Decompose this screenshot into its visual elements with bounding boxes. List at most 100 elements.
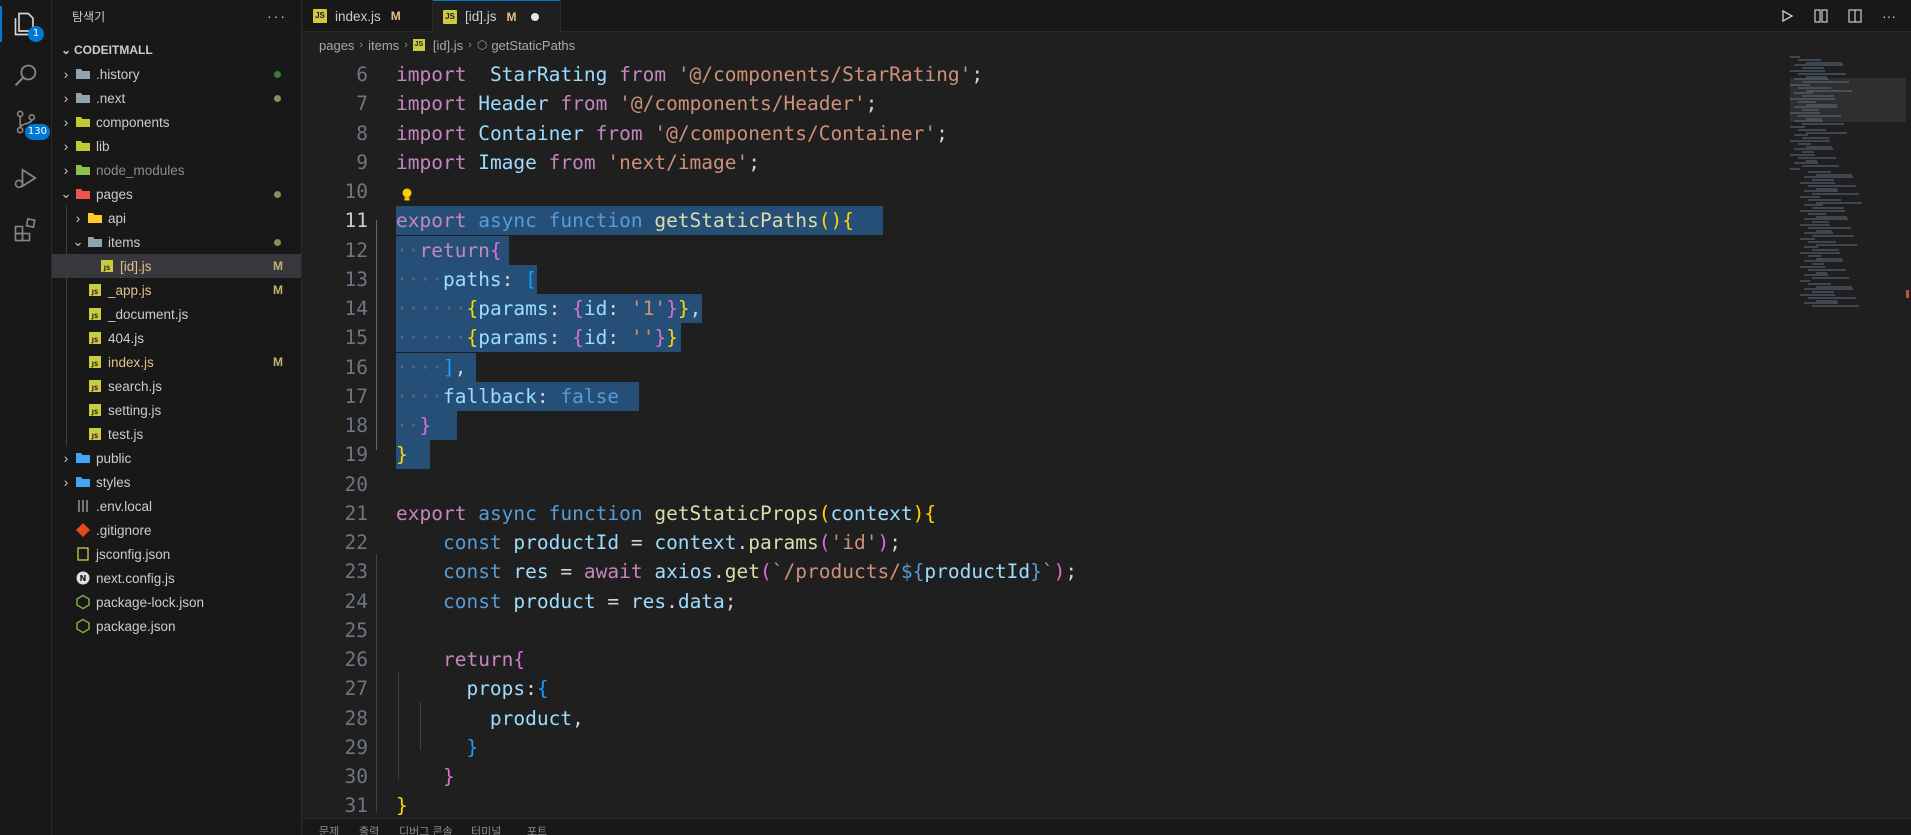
breadcrumb-item[interactable]: items	[368, 38, 399, 53]
folder-item[interactable]: › api	[52, 206, 301, 230]
code-line[interactable]: 19}	[303, 440, 1783, 470]
code-text: ····fallback: false	[396, 382, 619, 411]
panel-tab[interactable]: 디버그 콘솔	[399, 823, 453, 835]
folder-item[interactable]: › lib	[52, 134, 301, 158]
code-line[interactable]: 17 ····fallback: false	[303, 381, 1783, 411]
code-text: props:{	[396, 674, 548, 703]
run-debug-icon[interactable]	[8, 160, 44, 196]
minimap-line	[1790, 70, 1825, 72]
breadcrumb-item[interactable]: [id].js	[433, 38, 463, 53]
code-line[interactable]: 8 import Container from '@/components/Con…	[303, 119, 1783, 148]
chevron-right-icon: ›	[63, 66, 69, 82]
file-item[interactable]: JS index.js M	[52, 350, 301, 374]
code-line[interactable]: 13 ····paths: [	[303, 264, 1783, 294]
compare-changes-icon[interactable]	[1811, 6, 1831, 26]
file-item[interactable]: JS 404.js	[52, 326, 301, 350]
folder-item[interactable]: › styles	[52, 470, 301, 494]
code-line[interactable]: 18 ··}	[303, 411, 1783, 440]
code-line[interactable]: 24 const product = res.data;	[303, 587, 1783, 616]
code-line[interactable]: 11 export async function getStaticPaths()…	[303, 206, 1783, 236]
line-number: 31	[344, 794, 368, 818]
file-item[interactable]: JS _document.js	[52, 302, 301, 326]
source-control-icon[interactable]: 130	[8, 104, 50, 140]
code-line[interactable]: 21 export async function getStaticProps(c…	[303, 499, 1783, 528]
code-line[interactable]: 23 const res = await axios.get(`/product…	[303, 557, 1783, 586]
file-item[interactable]: JS setting.js	[52, 398, 301, 422]
folder-item[interactable]: › components	[52, 110, 301, 134]
file-item[interactable]: JS [id].js M	[52, 254, 301, 278]
file-item[interactable]: jsconfig.json	[52, 542, 301, 566]
file-item[interactable]: JS search.js	[52, 374, 301, 398]
workspace-root[interactable]: ⌄ CODEITMALL	[52, 38, 301, 62]
chevron-right-icon: ›	[63, 474, 69, 490]
code-token: false	[560, 384, 620, 408]
code-line[interactable]: 28 product,	[303, 704, 1783, 733]
lightbulb-icon[interactable]	[401, 184, 413, 201]
svg-text:JS: JS	[91, 361, 99, 368]
run-icon[interactable]	[1777, 6, 1797, 26]
npm-icon	[74, 594, 92, 610]
tree-item-label: search.js	[108, 378, 163, 394]
js-icon: JS	[86, 426, 104, 442]
tab-modified-status: M	[506, 9, 517, 24]
search-icon[interactable]	[8, 58, 44, 94]
code-line[interactable]: 15 ······{params: {id: ''}}	[303, 323, 1783, 353]
file-tree: › .history › .next › components › lib › node_modu…	[52, 62, 301, 638]
breadcrumb-item[interactable]: getStaticPaths	[491, 38, 575, 53]
minimap-line	[1816, 187, 1837, 190]
code-token: }	[419, 414, 432, 437]
file-item[interactable]: JS _app.js M	[52, 278, 301, 302]
explorer-icon[interactable]: 1	[0, 6, 44, 42]
split-editor-icon[interactable]	[1845, 6, 1865, 26]
more-actions-icon[interactable]: ···	[1879, 6, 1899, 26]
code-line[interactable]: 27 props:{	[303, 674, 1783, 703]
code-token: ${	[900, 560, 925, 584]
folder-item[interactable]: › .next	[52, 86, 301, 110]
code-line[interactable]: 7 import Header from '@/components/Header…	[303, 89, 1783, 118]
code-line[interactable]: 20	[303, 470, 1783, 499]
code-line[interactable]: 29 }	[303, 733, 1783, 762]
folder-item[interactable]: ⌄ pages	[52, 182, 301, 206]
code-line[interactable]: 16 ····],	[303, 352, 1783, 382]
folder-item[interactable]: › public	[52, 446, 301, 470]
file-item[interactable]: package.json	[52, 614, 301, 638]
code-line[interactable]: 30 }	[303, 762, 1783, 791]
folder-item[interactable]: › node_modules	[52, 158, 301, 182]
code-line[interactable]: 25	[303, 616, 1783, 645]
minimap-slider[interactable]	[1790, 78, 1906, 122]
file-item[interactable]: .gitignore	[52, 518, 301, 542]
code-line[interactable]: 12 ··return{	[303, 235, 1783, 265]
panel-tab[interactable]: 터미널	[471, 823, 501, 835]
unsaved-dot-icon[interactable]	[530, 12, 539, 21]
tab-index-js[interactable]: JS index.js M	[303, 0, 433, 32]
tab-id-js[interactable]: JS [id].js M	[433, 0, 561, 32]
file-item[interactable]: Nnext.config.js	[52, 566, 301, 590]
minimap-line	[1806, 131, 1847, 134]
folder-item[interactable]: ⌄ items	[52, 230, 301, 254]
code-line[interactable]: 22 const productId = context.params('id'…	[303, 528, 1783, 557]
code-token: context	[654, 531, 737, 554]
panel-tab[interactable]: 문제	[319, 823, 339, 835]
chevron-right-icon: ›	[359, 39, 364, 51]
code-line[interactable]: 26 return{	[303, 645, 1783, 674]
code-token: ,	[689, 297, 702, 320]
more-actions-icon[interactable]: ···	[267, 8, 287, 24]
panel-tab[interactable]: 출력	[359, 823, 379, 835]
code-editor[interactable]: 6 import StarRating from '@/components/St…	[303, 60, 1783, 820]
breadcrumb-item[interactable]: pages	[319, 38, 354, 53]
code-text: import Header from '@/components/Header'…	[396, 89, 877, 118]
code-line[interactable]: 6 import StarRating from '@/components/St…	[303, 60, 1783, 89]
code-line[interactable]: 31}	[303, 791, 1783, 820]
code-line[interactable]: 10	[303, 177, 1783, 206]
extensions-icon[interactable]	[8, 212, 44, 248]
file-item[interactable]: .env.local	[52, 494, 301, 518]
tree-item-label: 404.js	[108, 330, 145, 346]
file-item[interactable]: package-lock.json	[52, 590, 301, 614]
panel-tab[interactable]: 포트	[527, 823, 547, 835]
code-line[interactable]: 14 ······{params: {id: '1'}},	[303, 294, 1783, 323]
file-item[interactable]: JS test.js	[52, 422, 301, 446]
folder-item[interactable]: › .history	[52, 62, 301, 86]
code-line[interactable]: 9 import Image from 'next/image';	[303, 148, 1783, 177]
